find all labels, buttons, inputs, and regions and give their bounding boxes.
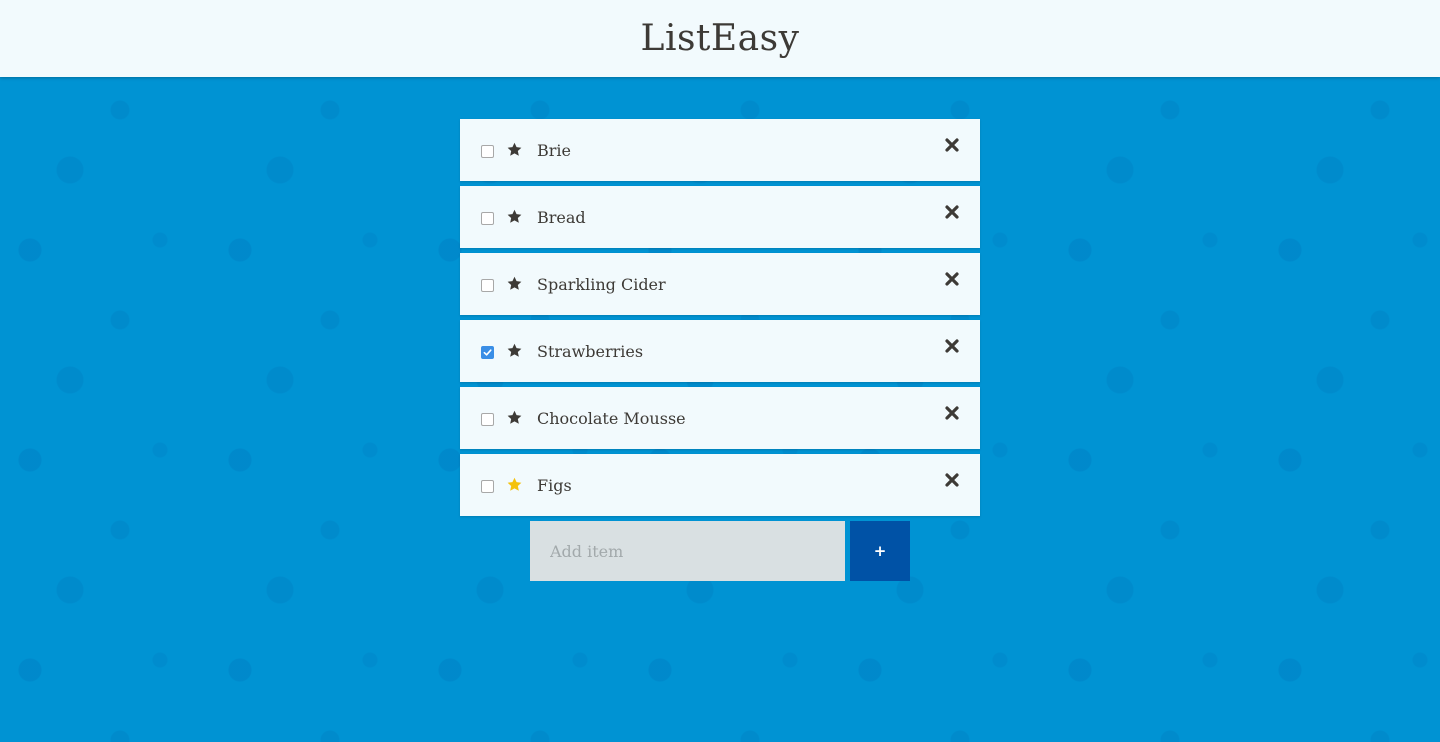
item-checkbox[interactable] xyxy=(481,345,494,359)
delete-icon[interactable] xyxy=(945,339,959,353)
item-label: Brie xyxy=(537,140,571,160)
list-item: Bread xyxy=(460,186,980,248)
item-checkbox[interactable] xyxy=(481,278,494,292)
star-icon[interactable] xyxy=(506,409,523,426)
star-icon[interactable] xyxy=(506,342,523,359)
add-item-form: + xyxy=(530,521,910,581)
item-checkbox[interactable] xyxy=(481,211,494,225)
delete-icon[interactable] xyxy=(945,205,959,219)
app-title: ListEasy xyxy=(640,18,800,59)
item-checkbox[interactable] xyxy=(481,479,494,493)
item-label: Sparkling Cider xyxy=(537,274,666,294)
star-icon[interactable] xyxy=(506,208,523,225)
list-item: Brie xyxy=(460,119,980,181)
star-icon[interactable] xyxy=(506,275,523,292)
list-item: Figs xyxy=(460,454,980,516)
add-item-button[interactable]: + xyxy=(850,521,910,581)
star-icon[interactable] xyxy=(506,141,523,158)
item-checkbox[interactable] xyxy=(481,412,494,426)
list-item: Strawberries xyxy=(460,320,980,382)
shopping-list: Brie Bread Sparkling Cider Strawberries Choc… xyxy=(460,119,980,521)
app-header: ListEasy xyxy=(0,0,1440,77)
item-label: Strawberries xyxy=(537,341,644,361)
item-checkbox[interactable] xyxy=(481,144,494,158)
item-label: Bread xyxy=(537,207,586,227)
delete-icon[interactable] xyxy=(945,406,959,420)
delete-icon[interactable] xyxy=(945,473,959,487)
delete-icon[interactable] xyxy=(945,272,959,286)
item-label: Figs xyxy=(537,475,572,495)
item-label: Chocolate Mousse xyxy=(537,408,686,428)
check-icon xyxy=(483,348,492,356)
delete-icon[interactable] xyxy=(945,138,959,152)
list-item: Sparkling Cider xyxy=(460,253,980,315)
star-icon[interactable] xyxy=(506,476,523,493)
list-item: Chocolate Mousse xyxy=(460,387,980,449)
add-item-input[interactable] xyxy=(530,521,845,581)
